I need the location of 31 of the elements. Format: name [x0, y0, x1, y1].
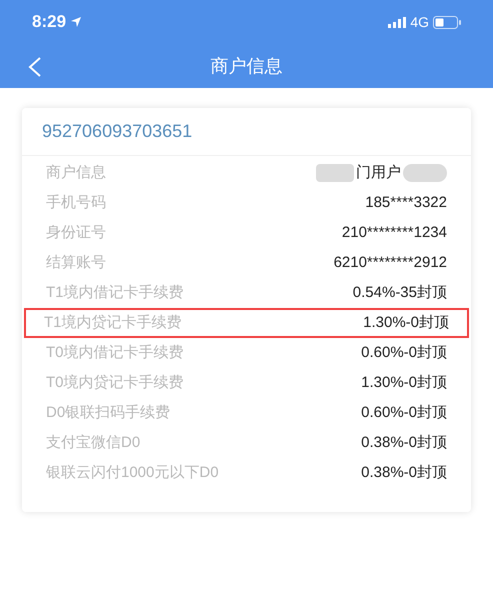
field-value: 185****3322 — [365, 192, 447, 213]
field-label: T1境内贷记卡手续费 — [44, 312, 182, 333]
field-label: T1境内借记卡手续费 — [46, 282, 184, 303]
field-label: D0银联扫码手续费 — [46, 402, 170, 423]
field-value: 0.60%-0封顶 — [361, 342, 447, 363]
signal-icon — [388, 16, 406, 28]
back-icon[interactable] — [28, 57, 42, 77]
field-value: 0.54%-35封顶 — [352, 282, 447, 303]
field-label: 结算账号 — [46, 252, 106, 273]
field-label: 身份证号 — [46, 222, 106, 243]
field-value: 1.30%-0封顶 — [363, 312, 449, 333]
field-value: 1.30%-0封顶 — [361, 372, 447, 393]
field-value: 0.38%-0封顶 — [361, 432, 447, 453]
page-title: 商户信息 — [210, 54, 282, 78]
field-value: 门用户 — [356, 162, 401, 183]
field-label: 银联云闪付1000元以下D0 — [46, 462, 219, 483]
field-label: 手机号码 — [46, 192, 106, 213]
field-value: 210********1234 — [342, 222, 447, 243]
merchant-id: 952706093703651 — [42, 120, 192, 143]
field-value: 6210********2912 — [334, 252, 447, 273]
status-time: 8:29 — [32, 11, 66, 34]
field-label: 支付宝微信D0 — [46, 432, 140, 453]
field-label: T0境内贷记卡手续费 — [46, 372, 184, 393]
field-value: 0.38%-0封顶 — [361, 462, 447, 483]
battery-icon — [433, 16, 461, 28]
redaction-blur — [403, 164, 447, 182]
field-label: 商户信息 — [46, 162, 106, 183]
network-type: 4G — [410, 12, 429, 32]
field-label: T0境内借记卡手续费 — [46, 342, 184, 363]
field-value: 0.60%-0封顶 — [361, 402, 447, 423]
location-arrow-icon — [70, 16, 82, 28]
